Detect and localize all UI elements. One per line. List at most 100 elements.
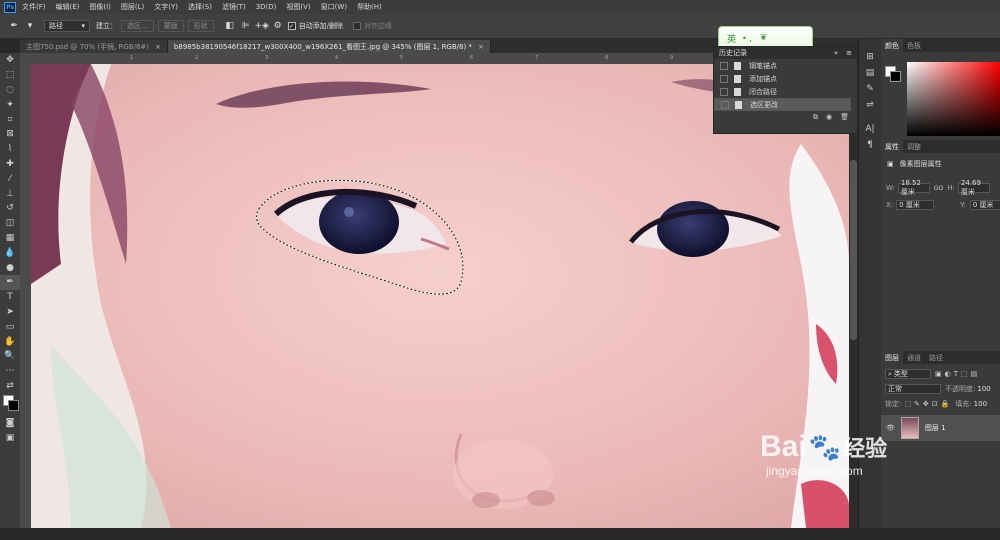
blend-mode-select[interactable]: 正常 bbox=[885, 384, 941, 394]
menu-image[interactable]: 图像(I) bbox=[89, 2, 111, 12]
link-icon[interactable]: GO bbox=[934, 185, 943, 192]
path-alignment-icon[interactable]: ⊫ bbox=[240, 20, 252, 32]
menu-edit[interactable]: 编辑(E) bbox=[56, 2, 80, 12]
pen-tool-icon[interactable]: ✒ bbox=[8, 20, 20, 32]
quick-mask-icon[interactable]: ◙ bbox=[0, 415, 20, 430]
camera-icon[interactable]: ◉ bbox=[826, 113, 832, 122]
more-tools-icon[interactable]: ⋯ bbox=[0, 364, 20, 379]
close-icon[interactable]: × bbox=[155, 43, 161, 51]
history-checkbox[interactable] bbox=[721, 100, 729, 109]
auto-add-delete-checkbox[interactable]: ✓ bbox=[287, 22, 296, 30]
tab-document-2[interactable]: b8985b38190546f18217_w300X400_w196X261_看… bbox=[167, 40, 491, 53]
properties-panel-icon[interactable]: ▤ bbox=[859, 65, 881, 81]
chevron-down-icon[interactable]: ▾ bbox=[24, 20, 36, 32]
lock-icons[interactable]: ⬚✎✥⊡🔒 bbox=[904, 400, 952, 408]
screen-mode-icon[interactable]: ▣ bbox=[0, 430, 20, 445]
menu-file[interactable]: 文件(F) bbox=[22, 2, 46, 12]
y-label: Y: bbox=[960, 201, 966, 209]
layer-filter-select[interactable]: ⌕ 类型 bbox=[885, 369, 931, 379]
gradient-tool-icon[interactable]: ▦ bbox=[0, 231, 20, 246]
brush-tool-icon[interactable]: ⁄ bbox=[0, 171, 20, 186]
lasso-tool-icon[interactable]: ◌ bbox=[0, 83, 20, 98]
hand-tool-icon[interactable]: ✋ bbox=[0, 334, 20, 349]
eyedropper-tool-icon[interactable]: ⌇ bbox=[0, 142, 20, 157]
magic-wand-tool-icon[interactable]: ✦ bbox=[0, 97, 20, 112]
menu-3d[interactable]: 3D(D) bbox=[256, 3, 277, 11]
make-shape-button[interactable]: 形状 bbox=[187, 20, 214, 32]
path-operations-icon[interactable]: ◧ bbox=[224, 20, 236, 32]
tab-properties[interactable]: 属性 bbox=[881, 140, 903, 153]
layer-filter-icons[interactable]: ▣◐T⬚▤ bbox=[935, 370, 980, 378]
brush-panel-icon[interactable]: ✎ bbox=[859, 81, 881, 97]
paragraph-panel-icon[interactable]: ¶ bbox=[859, 137, 881, 153]
healing-brush-tool-icon[interactable]: ✚ bbox=[0, 157, 20, 172]
panel-menu-icon[interactable]: ≡ bbox=[846, 49, 852, 57]
adjust-panel-icon[interactable]: ⇌ bbox=[859, 97, 881, 113]
make-selection-button[interactable]: 选区... bbox=[121, 20, 154, 32]
history-item[interactable]: 添加锚点 bbox=[714, 72, 857, 85]
menu-help[interactable]: 帮助(H) bbox=[357, 2, 382, 12]
y-field[interactable]: 0 厘米 bbox=[969, 200, 1000, 210]
history-checkbox[interactable] bbox=[720, 61, 728, 70]
opacity-value[interactable]: 100 bbox=[977, 385, 990, 393]
clone-stamp-tool-icon[interactable]: ⊥ bbox=[0, 186, 20, 201]
fill-value[interactable]: 100 bbox=[974, 400, 987, 408]
type-tool-icon[interactable]: T bbox=[0, 290, 20, 305]
gear-icon[interactable]: ⚙ bbox=[272, 20, 284, 32]
tab-swatches[interactable]: 色板 bbox=[903, 39, 925, 52]
auto-add-delete-label: 自动添加/删除 bbox=[298, 22, 344, 30]
tab-adjustments[interactable]: 调整 bbox=[903, 140, 925, 153]
history-brush-tool-icon[interactable]: ↺ bbox=[0, 201, 20, 216]
dodge-tool-icon[interactable]: ● bbox=[0, 260, 20, 275]
height-field[interactable]: 24.69 厘米 bbox=[957, 179, 990, 196]
background-color[interactable] bbox=[8, 400, 19, 412]
move-tool-icon[interactable]: ✥ bbox=[0, 53, 20, 68]
path-mode-select[interactable]: 路径 ▾ bbox=[44, 20, 90, 32]
history-checkbox[interactable] bbox=[720, 74, 728, 83]
history-checkbox[interactable] bbox=[720, 87, 728, 96]
crop-tool-icon[interactable]: ⌗ bbox=[0, 112, 20, 127]
history-item[interactable]: 钢笔锚点 bbox=[714, 59, 857, 72]
menu-view[interactable]: 视图(V) bbox=[286, 2, 310, 12]
color-swatches[interactable] bbox=[0, 393, 20, 415]
tab-layers[interactable]: 图层 bbox=[881, 351, 903, 364]
x-label: X: bbox=[886, 201, 894, 209]
tab-channels[interactable]: 通道 bbox=[903, 351, 925, 364]
align-edges-checkbox[interactable] bbox=[353, 22, 362, 30]
trash-icon[interactable]: 🗑 bbox=[840, 113, 849, 122]
menu-window[interactable]: 窗口(W) bbox=[321, 2, 347, 12]
blur-tool-icon[interactable]: 💧 bbox=[0, 245, 20, 260]
character-panel-icon[interactable]: A| bbox=[859, 121, 881, 137]
tab-document-1[interactable]: 主图750.psd @ 70% (手镜, RGB/8#) × bbox=[20, 40, 168, 53]
scrollbar-thumb[interactable] bbox=[850, 160, 857, 340]
history-item-selected[interactable]: 选区更改 bbox=[714, 98, 851, 111]
path-selection-tool-icon[interactable]: ➤ bbox=[0, 305, 20, 320]
eraser-tool-icon[interactable]: ◫ bbox=[0, 216, 20, 231]
marquee-tool-icon[interactable]: ⬚ bbox=[0, 68, 20, 83]
color-picker-field[interactable] bbox=[907, 62, 1000, 136]
width-field[interactable]: 18.52 厘米 bbox=[897, 179, 930, 196]
history-item[interactable]: 闭合路径 bbox=[714, 85, 857, 98]
tab-paths[interactable]: 路径 bbox=[925, 351, 947, 364]
menu-filter[interactable]: 滤镜(T) bbox=[222, 2, 246, 12]
history-panel-icon[interactable]: ⊞ bbox=[859, 49, 881, 65]
new-document-from-state-icon[interactable]: ⧉ bbox=[813, 113, 818, 122]
background-color[interactable] bbox=[890, 71, 901, 82]
rectangle-tool-icon[interactable]: ▭ bbox=[0, 319, 20, 334]
menu-layer[interactable]: 图层(L) bbox=[121, 2, 144, 12]
layer-filter-value: 类型 bbox=[893, 370, 908, 378]
path-arrangement-icon[interactable]: +◈ bbox=[254, 20, 268, 32]
lock-label: 锁定: bbox=[885, 400, 902, 408]
x-field[interactable]: 0 厘米 bbox=[896, 200, 935, 210]
make-mask-button[interactable]: 蒙版 bbox=[157, 20, 184, 32]
zoom-tool-icon[interactable]: 🔍 bbox=[0, 349, 20, 364]
pen-tool-icon[interactable]: ✒ bbox=[0, 274, 20, 290]
menu-select[interactable]: 选择(S) bbox=[188, 2, 212, 12]
frame-tool-icon[interactable]: ⊠ bbox=[0, 127, 20, 142]
swap-colors-icon[interactable]: ⇄ bbox=[0, 379, 20, 394]
tab-color[interactable]: 颜色 bbox=[881, 39, 903, 52]
collapse-icon[interactable]: » bbox=[834, 49, 838, 57]
menu-type[interactable]: 文字(Y) bbox=[154, 2, 178, 12]
history-panel-title[interactable]: 历史记录 bbox=[719, 48, 747, 58]
close-icon[interactable]: × bbox=[478, 43, 484, 51]
